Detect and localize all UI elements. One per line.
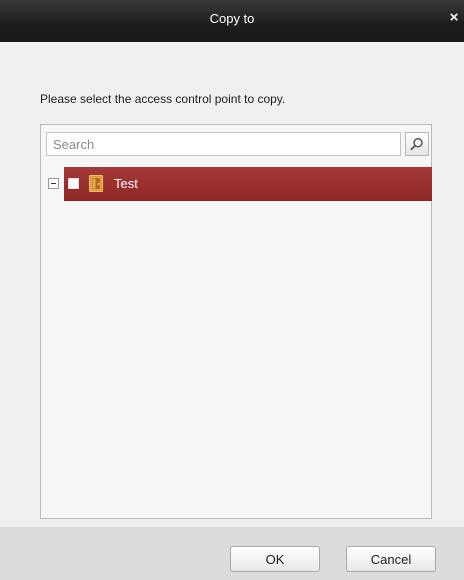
cancel-button[interactable]: Cancel [346,546,436,572]
close-button[interactable]: × [446,10,462,26]
collapse-toggle[interactable] [48,178,59,189]
search-button[interactable] [405,132,429,156]
dialog-footer: OK Cancel [0,527,464,580]
ok-button[interactable]: OK [230,546,320,572]
title-bar: Copy to × [0,0,464,42]
door-icon [89,175,103,192]
search-icon [410,138,423,151]
tree-item-highlight: Test [64,167,432,201]
tree-item-test[interactable]: Test [46,167,432,201]
instruction-text: Please select the access control point t… [40,92,286,106]
tree-item-label: Test [114,176,138,191]
copy-to-dialog: Copy to × Please select the access contr… [0,0,464,580]
search-input[interactable] [46,132,401,156]
dialog-title: Copy to [209,11,255,26]
close-icon: × [449,9,459,26]
tree-item-checkbox[interactable] [68,178,79,189]
access-point-tree-panel: Test [40,124,432,519]
